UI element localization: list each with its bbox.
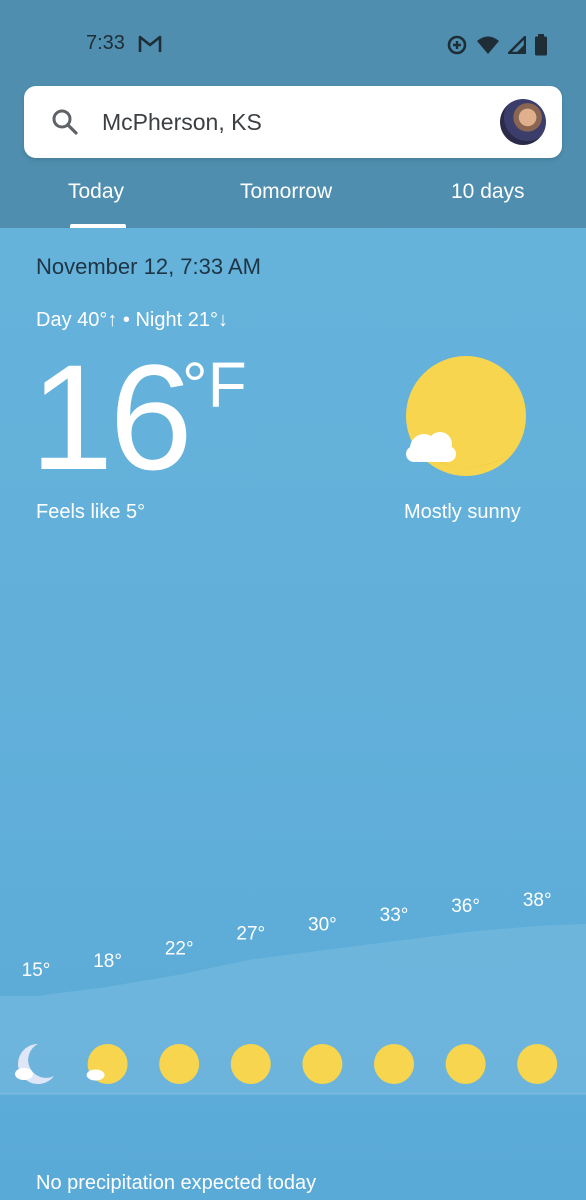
sun-icon: [445, 1044, 486, 1084]
forecast-tabs: Today Tomorrow 10 days: [0, 170, 586, 228]
battery-icon: [534, 34, 548, 61]
sun-icon: [302, 1044, 343, 1084]
current-temperature-block: 16 °F: [30, 333, 247, 501]
weather-condition: Mostly sunny: [404, 501, 521, 523]
tab-tomorrow[interactable]: Tomorrow: [240, 180, 332, 204]
hourly-temp-label: 18°: [93, 951, 122, 972]
hourly-temp-label: 22°: [165, 939, 194, 960]
temperature-curve-area: [0, 924, 586, 1094]
hourly-temp-label: 30°: [308, 914, 337, 935]
location-text[interactable]: McPherson, KS: [102, 109, 262, 136]
status-time: 7:33: [86, 32, 125, 54]
sun-icon: [517, 1044, 558, 1084]
current-date: November 12, 7:33 AM: [36, 254, 262, 279]
hourly-temp-label: 27°: [236, 923, 265, 944]
data-saver-icon: [446, 34, 468, 61]
current-temperature: 16: [30, 333, 193, 501]
tab-10-days[interactable]: 10 days: [451, 180, 525, 204]
feels-like: Feels like 5°: [36, 501, 146, 523]
search-icon[interactable]: [51, 108, 79, 141]
sun-icon: [159, 1044, 200, 1084]
location-search-bar[interactable]: McPherson, KS: [24, 86, 562, 158]
precipitation-summary: No precipitation expected today: [36, 1172, 317, 1194]
active-tab-indicator: [70, 224, 126, 228]
temperature-unit: °F: [182, 349, 247, 421]
status-bar: 7:33: [0, 0, 586, 80]
sun-icon: [230, 1044, 271, 1084]
hourly-temp-label: 36°: [451, 896, 480, 917]
signal-icon: [507, 35, 527, 59]
wifi-icon: [476, 35, 500, 60]
hourly-temp-label: 38°: [523, 890, 552, 911]
sun-cloud-icon: [398, 354, 530, 491]
tab-today[interactable]: Today: [68, 180, 124, 204]
hourly-forecast-chart: 15°18°22°27°30°33°36°38° 7 AM8 AM9 AM10 …: [0, 890, 586, 1095]
hourly-temp-label: 33°: [380, 905, 409, 926]
hourly-temp-label: 15°: [22, 960, 51, 981]
day-night-range: Day 40°↑ • Night 21°↓: [36, 309, 228, 331]
gmail-notification-icon: [138, 34, 162, 59]
sun-icon: [374, 1044, 414, 1084]
avatar[interactable]: [500, 99, 546, 145]
status-icons: [446, 34, 548, 61]
